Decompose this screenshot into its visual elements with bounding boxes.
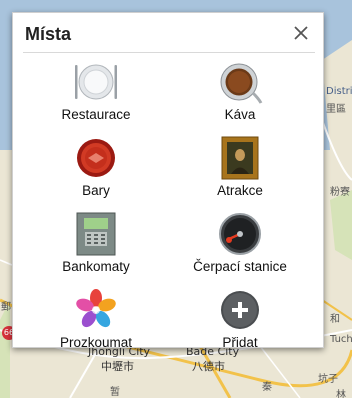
- atm-icon: [73, 211, 119, 257]
- place-label: Bankomaty: [62, 259, 130, 274]
- places-dialog: Místa Restaurace Káva Bary Atrakce Banko…: [12, 12, 324, 350]
- coffee-cup-icon: [217, 59, 263, 105]
- map-label: Distri: [326, 86, 352, 97]
- place-atrakce[interactable]: Atrakce: [165, 133, 315, 205]
- map-label: 坑子: [318, 374, 338, 385]
- map-label: 和: [330, 314, 340, 325]
- map-label: 暂: [110, 387, 120, 398]
- map-label: 里區: [326, 104, 346, 115]
- add-plus-icon: [217, 287, 263, 333]
- fuel-gauge-icon: [217, 211, 263, 257]
- close-icon: [294, 26, 308, 40]
- place-prozkoumat[interactable]: Prozkoumat: [21, 285, 171, 357]
- place-label: Atrakce: [217, 183, 263, 198]
- explore-flower-icon: [73, 287, 119, 333]
- place-bary[interactable]: Bary: [21, 133, 171, 205]
- place-label: Čerpací stanice: [193, 259, 287, 274]
- places-grid: Restaurace Káva Bary Atrakce Bankomaty Č…: [13, 57, 323, 350]
- header-divider: [23, 52, 315, 53]
- painting-icon: [217, 135, 263, 181]
- place-label: Přidat: [222, 335, 258, 350]
- place-restaurace[interactable]: Restaurace: [21, 57, 171, 129]
- map-label: 秦: [262, 382, 272, 393]
- map-label: 郵: [1, 302, 11, 313]
- map-label: 林: [336, 390, 346, 398]
- dialog-title: Místa: [25, 24, 72, 44]
- map-label: Tuch: [330, 334, 352, 345]
- place-label: Bary: [82, 183, 110, 198]
- place-kava[interactable]: Káva: [165, 57, 315, 129]
- place-label: Káva: [224, 107, 256, 122]
- dialog-header: Místa: [13, 13, 323, 53]
- place-label: Restaurace: [61, 107, 131, 122]
- place-pridat[interactable]: Přidat: [165, 285, 315, 357]
- place-cerpaci-stanice[interactable]: Čerpací stanice: [165, 209, 315, 281]
- map-label: 中壢市: [101, 360, 134, 373]
- map-label: 粉寮: [330, 187, 350, 198]
- map-label: 八德市: [192, 360, 225, 373]
- close-button[interactable]: [289, 21, 313, 45]
- place-bankomaty[interactable]: Bankomaty: [21, 209, 171, 281]
- bottle-cap-icon: [73, 135, 119, 181]
- place-label: Prozkoumat: [59, 335, 133, 350]
- restaurant-plate-icon: [73, 59, 119, 105]
